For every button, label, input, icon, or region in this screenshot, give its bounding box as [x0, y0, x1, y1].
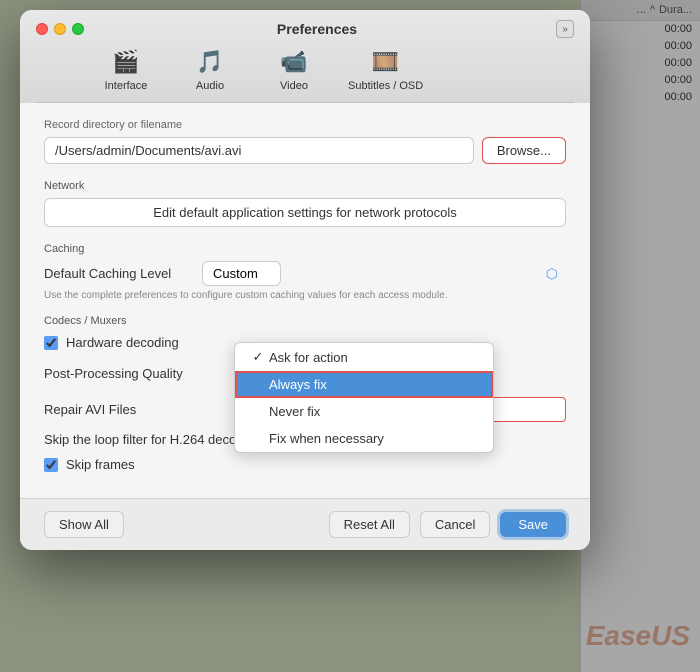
caching-select-arrow: ⬡	[546, 265, 558, 282]
close-button[interactable]	[36, 23, 48, 35]
interface-icon: 🎬	[110, 46, 142, 78]
dropdown-item-always[interactable]: Always fix	[235, 371, 493, 398]
dropdown-item-when-necessary[interactable]: Fix when necessary	[235, 425, 493, 452]
subtitles-icon: 🎞️	[370, 46, 402, 78]
record-input[interactable]	[44, 137, 474, 164]
minimize-button[interactable]	[54, 23, 66, 35]
record-label: Record directory or filename	[44, 119, 566, 131]
toolbar-label-subtitles: Subtitles / OSD	[348, 80, 423, 92]
bottom-bar: Show All Reset All Cancel Save	[20, 498, 590, 550]
skip-frames-checkbox[interactable]	[44, 458, 58, 472]
toolbar-label-interface: Interface	[105, 80, 148, 92]
dropdown-item-never[interactable]: Never fix	[235, 398, 493, 425]
skip-frames-label: Skip frames	[66, 457, 135, 472]
expand-button[interactable]: »	[556, 20, 574, 38]
browse-button[interactable]: Browse...	[482, 137, 566, 164]
repair-avi-label: Repair AVI Files	[44, 402, 244, 417]
caching-row: Default Caching Level Custom Default Min…	[44, 261, 566, 286]
traffic-lights	[36, 23, 84, 35]
check-icon-ask: ✓	[251, 349, 265, 365]
post-processing-label: Post-Processing Quality	[44, 366, 244, 381]
toolbar-label-video: Video	[280, 80, 308, 92]
title-bar: Preferences » 🎬 Interface 🎵 Audio 📹 Vide…	[20, 10, 590, 103]
audio-icon: 🎵	[194, 46, 226, 78]
caching-label: Caching	[44, 243, 566, 255]
toolbar-item-audio[interactable]: 🎵 Audio	[180, 46, 240, 92]
caching-select-wrapper: Custom Default Minimum Low Higher Maximu…	[202, 261, 566, 286]
video-icon: 📹	[278, 46, 310, 78]
caching-hint: Use the complete preferences to configur…	[44, 290, 566, 301]
dropdown-label-never: Never fix	[269, 404, 320, 419]
reset-button[interactable]: Reset All	[329, 511, 410, 538]
maximize-button[interactable]	[72, 23, 84, 35]
toolbar: 🎬 Interface 🎵 Audio 📹 Video 🎞️ Subtitles…	[36, 46, 574, 103]
preferences-dialog: Preferences » 🎬 Interface 🎵 Audio 📹 Vide…	[20, 10, 590, 550]
network-button[interactable]: Edit default application settings for ne…	[44, 198, 566, 227]
toolbar-item-video[interactable]: 📹 Video	[264, 46, 324, 92]
skip-loop-label: Skip the loop filter for H.264 decoding	[44, 432, 261, 447]
skip-frames-row: Skip frames	[44, 457, 566, 472]
cancel-button[interactable]: Cancel	[420, 511, 490, 538]
record-row: Browse...	[44, 137, 566, 164]
toolbar-item-subtitles[interactable]: 🎞️ Subtitles / OSD	[348, 46, 423, 92]
hardware-decoding-checkbox[interactable]	[44, 336, 58, 350]
bottom-right-buttons: Reset All Cancel Save	[329, 511, 566, 538]
caching-select[interactable]: Custom Default Minimum Low Higher Maximu…	[202, 261, 281, 286]
dialog-title: Preferences	[96, 21, 538, 37]
dropdown-label-always: Always fix	[269, 377, 327, 392]
repair-dropdown-popup: ✓ Ask for action Always fix Never fix Fi…	[234, 342, 494, 453]
toolbar-item-interface[interactable]: 🎬 Interface	[96, 46, 156, 92]
save-button[interactable]: Save	[500, 512, 566, 537]
dropdown-label-when-necessary: Fix when necessary	[269, 431, 384, 446]
toolbar-label-audio: Audio	[196, 80, 224, 92]
hardware-decoding-label: Hardware decoding	[66, 335, 179, 350]
show-all-button[interactable]: Show All	[44, 511, 124, 538]
codecs-label: Codecs / Muxers	[44, 315, 566, 327]
caching-field-label: Default Caching Level	[44, 266, 194, 281]
network-label: Network	[44, 180, 566, 192]
dropdown-label-ask: Ask for action	[269, 350, 348, 365]
dropdown-item-ask[interactable]: ✓ Ask for action	[235, 343, 493, 371]
